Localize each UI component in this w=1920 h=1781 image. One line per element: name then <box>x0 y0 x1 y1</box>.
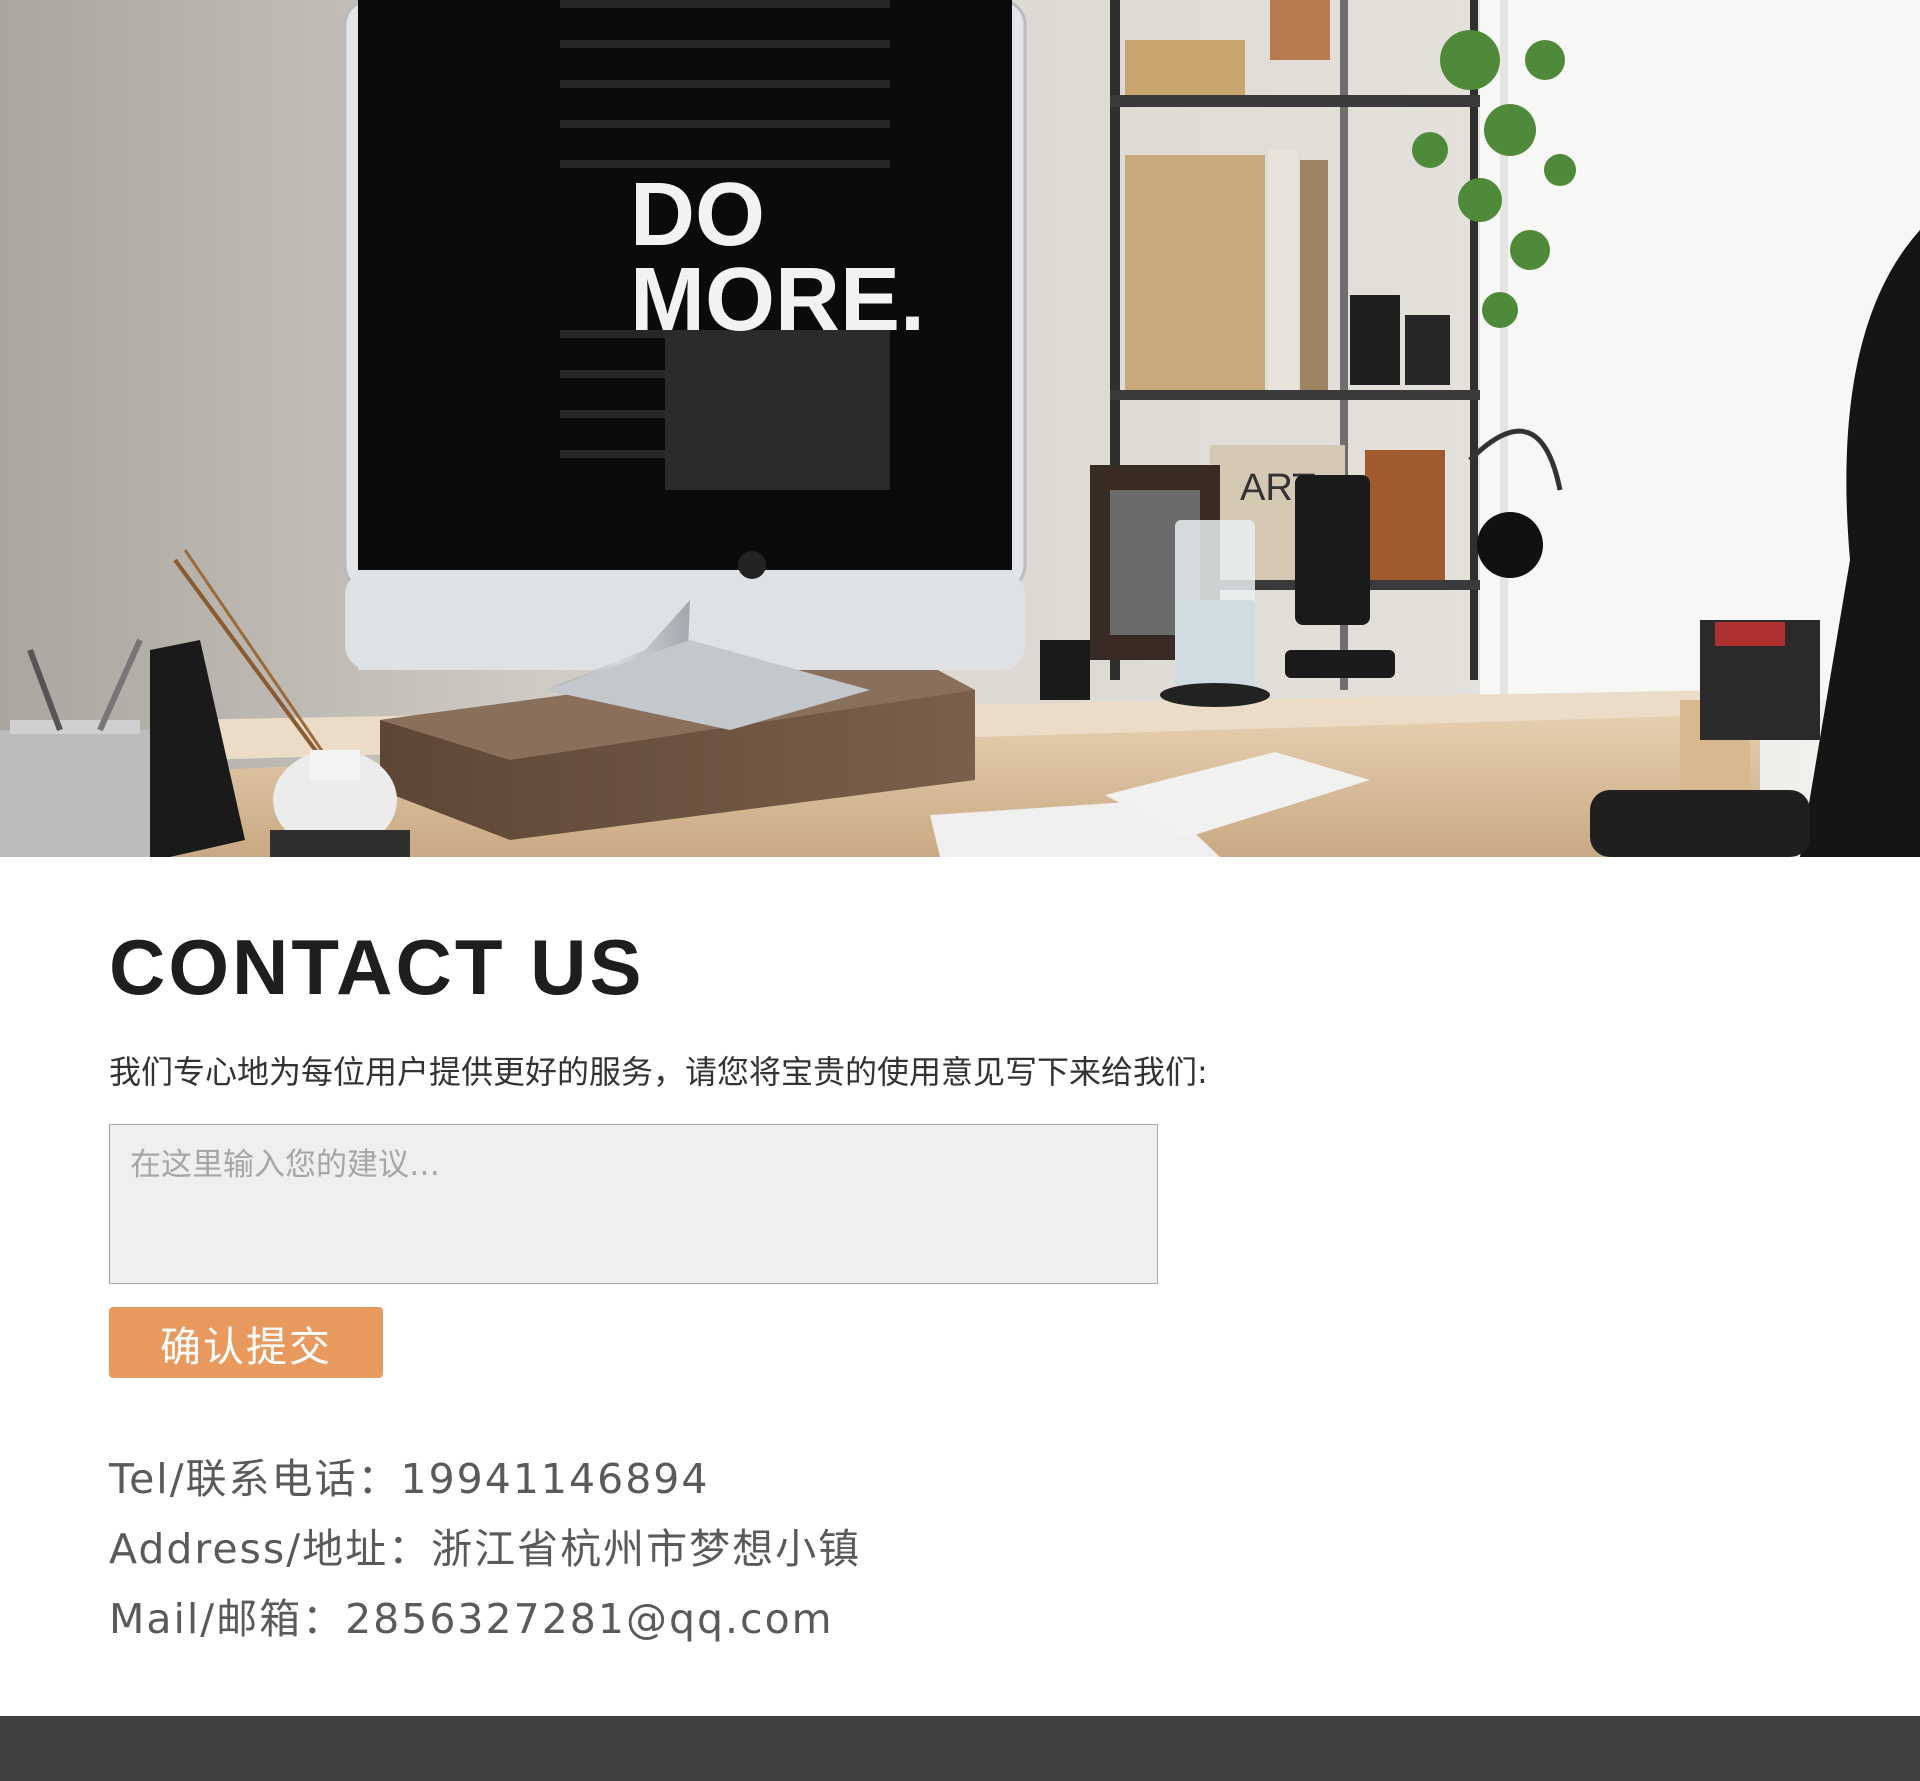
suggestion-textarea[interactable] <box>109 1124 1158 1284</box>
footer-bar <box>0 1716 1920 1781</box>
contact-page: ART DO MORE. CONTACT US 我们专心地为每位用户提供更好的服… <box>0 0 1920 1781</box>
intro-text: 我们专心地为每位用户提供更好的服务，请您将宝贵的使用意见写下来给我们: <box>109 1053 1208 1091</box>
page-title: CONTACT US <box>109 923 645 1011</box>
svg-text:MORE.: MORE. <box>630 250 925 350</box>
address-info: Address/地址：浙江省杭州市梦想小镇 <box>109 1525 862 1573</box>
tel-info: Tel/联系电话：19941146894 <box>109 1455 710 1503</box>
mail-info: Mail/邮箱：2856327281@qq.com <box>109 1595 834 1643</box>
submit-button[interactable]: 确认提交 <box>109 1307 383 1378</box>
hero-image: ART DO MORE. <box>0 0 1920 857</box>
